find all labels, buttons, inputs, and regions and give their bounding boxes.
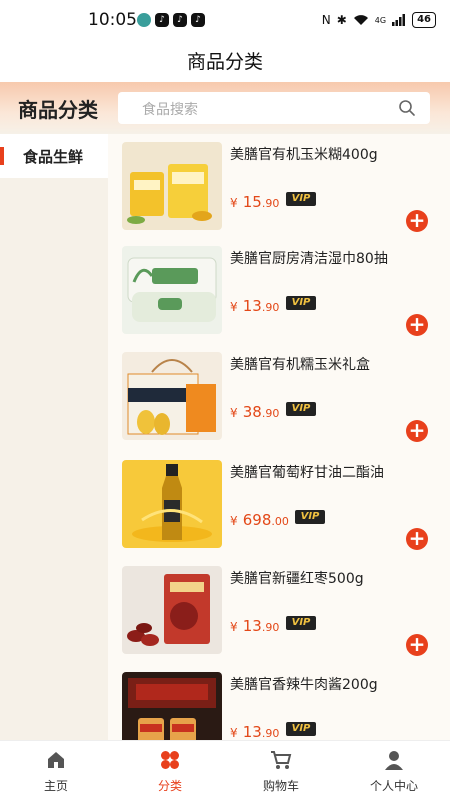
product-card[interactable]: 美膳官香辣牛肉酱200g ¥ 13.90 VIP — [108, 664, 450, 740]
product-name[interactable]: 美膳官葡萄籽甘油二酯油 — [230, 462, 384, 482]
selected-marker — [0, 147, 4, 165]
price-currency: ¥ — [230, 406, 238, 420]
product-price: ¥ 15.90 — [230, 192, 279, 211]
corn-porridge-image — [122, 142, 222, 230]
tiktok-icon: ♪ — [173, 13, 187, 27]
search-icon[interactable] — [398, 99, 416, 117]
add-to-cart-button[interactable]: + — [406, 528, 428, 550]
add-to-cart-button[interactable]: + — [406, 314, 428, 336]
product-price: ¥ 13.90 — [230, 616, 279, 635]
price-currency: ¥ — [230, 514, 238, 528]
category-header: 商品分类 食品搜索 — [0, 82, 450, 134]
sidebar-item-label: 食品生鲜 — [23, 148, 84, 166]
price-integer: 15 — [242, 193, 262, 211]
price-currency: ¥ — [230, 300, 238, 314]
beef-sauce-image — [122, 672, 222, 740]
product-image[interactable] — [122, 460, 222, 548]
nav-item-home[interactable]: 主页 — [16, 749, 96, 794]
price-currency: ¥ — [230, 620, 238, 634]
wifi-icon — [353, 15, 368, 25]
nav-item-cart[interactable]: 购物车 — [241, 749, 321, 794]
product-image[interactable] — [122, 142, 222, 230]
nav-label: 主页 — [43, 779, 68, 793]
product-card[interactable]: 美膳官有机糯玉米礼盒 ¥ 38.90 VIP + — [108, 344, 450, 448]
product-price: ¥ 38.90 — [230, 402, 279, 421]
person-icon — [385, 751, 403, 770]
product-card[interactable]: 美膳官新疆红枣500g ¥ 13.90 VIP + — [108, 558, 450, 662]
status-time: 10:05 — [88, 10, 137, 30]
price-integer: 698 — [242, 511, 272, 529]
product-price: ¥ 698.00 — [230, 510, 289, 529]
header-title: 商品分类 — [18, 98, 98, 122]
price-decimal: .90 — [261, 197, 280, 210]
category-sidebar: 食品生鲜 — [0, 134, 108, 740]
product-image[interactable] — [122, 566, 222, 654]
tiktok-icon: ♪ — [191, 13, 205, 27]
product-name[interactable]: 美膳官厨房清洁湿巾80抽 — [230, 248, 388, 268]
product-card[interactable]: 美膳官厨房清洁湿巾80抽 ¥ 13.90 VIP + — [108, 238, 450, 342]
nav-label: 个人中心 — [369, 779, 418, 793]
cart-icon — [271, 751, 292, 769]
nav-label: 购物车 — [262, 779, 299, 793]
add-to-cart-button[interactable]: + — [406, 420, 428, 442]
price-integer: 38 — [242, 403, 262, 421]
status-indicators: N ✱ 4G 46 — [322, 12, 436, 28]
bluetooth-icon: ✱ — [336, 13, 347, 27]
product-image[interactable] — [122, 246, 222, 334]
price-currency: ¥ — [230, 196, 238, 210]
price-decimal: .90 — [261, 727, 280, 740]
red-dates-image — [122, 566, 222, 654]
status-bar: 10:05 ♪ ♪ ♪ N ✱ 4G 46 — [0, 0, 450, 42]
search-input[interactable]: 食品搜索 — [118, 92, 430, 124]
app-notification-icon — [137, 13, 151, 27]
wet-wipes-image — [122, 246, 222, 334]
vip-badge: VIP — [286, 722, 316, 736]
signal-label: 4G — [374, 15, 387, 25]
nav-item-category[interactable]: 分类 — [130, 749, 210, 794]
price-integer: 13 — [242, 723, 262, 740]
price-decimal: .90 — [261, 621, 280, 634]
product-image[interactable] — [122, 352, 222, 440]
product-card[interactable]: 美膳官葡萄籽甘油二酯油 ¥ 698.00 VIP + — [108, 452, 450, 556]
signal-icon — [392, 14, 406, 26]
page-title: 商品分类 — [186, 51, 263, 73]
vip-badge: VIP — [286, 192, 316, 206]
home-icon — [48, 752, 64, 768]
status-app-icons: ♪ ♪ ♪ — [137, 13, 205, 27]
price-decimal: .90 — [261, 301, 280, 314]
add-to-cart-button[interactable]: + — [406, 634, 428, 656]
nav-item-profile[interactable]: 个人中心 — [354, 749, 434, 794]
oil-bottle-image — [122, 460, 222, 548]
product-list[interactable]: 美膳官有机玉米糊400g ¥ 15.90 VIP + 美膳官厨房清洁湿巾80抽 … — [108, 134, 450, 740]
price-currency: ¥ — [230, 726, 238, 740]
add-to-cart-button[interactable]: + — [406, 210, 428, 232]
tiktok-icon: ♪ — [155, 13, 169, 27]
bottom-nav: 主页 分类 购物车 个人中心 — [0, 740, 450, 800]
price-integer: 13 — [242, 617, 262, 635]
product-name[interactable]: 美膳官有机糯玉米礼盒 — [230, 354, 370, 374]
nav-label: 分类 — [157, 779, 182, 793]
category-icon — [161, 751, 179, 769]
sidebar-item-food-fresh[interactable]: 食品生鲜 — [0, 134, 108, 178]
product-card[interactable]: 美膳官有机玉米糊400g ¥ 15.90 VIP + — [108, 134, 450, 238]
vip-badge: VIP — [286, 296, 316, 310]
product-name[interactable]: 美膳官香辣牛肉酱200g — [230, 674, 378, 694]
battery-indicator: 46 — [412, 12, 436, 28]
product-image[interactable] — [122, 672, 222, 740]
product-name[interactable]: 美膳官有机玉米糊400g — [230, 144, 378, 164]
corn-giftbox-image — [122, 352, 222, 440]
product-price: ¥ 13.90 — [230, 296, 279, 315]
product-name[interactable]: 美膳官新疆红枣500g — [230, 568, 364, 588]
product-price: ¥ 13.90 — [230, 722, 279, 740]
price-integer: 13 — [242, 297, 262, 315]
vip-badge: VIP — [295, 510, 325, 524]
title-bar: 商品分类 — [0, 42, 450, 82]
price-decimal: .00 — [271, 515, 289, 528]
search-placeholder: 食品搜索 — [142, 102, 198, 118]
price-decimal: .90 — [261, 407, 280, 420]
vip-badge: VIP — [286, 402, 316, 416]
vip-badge: VIP — [286, 616, 316, 630]
nfc-icon: N — [321, 13, 331, 27]
